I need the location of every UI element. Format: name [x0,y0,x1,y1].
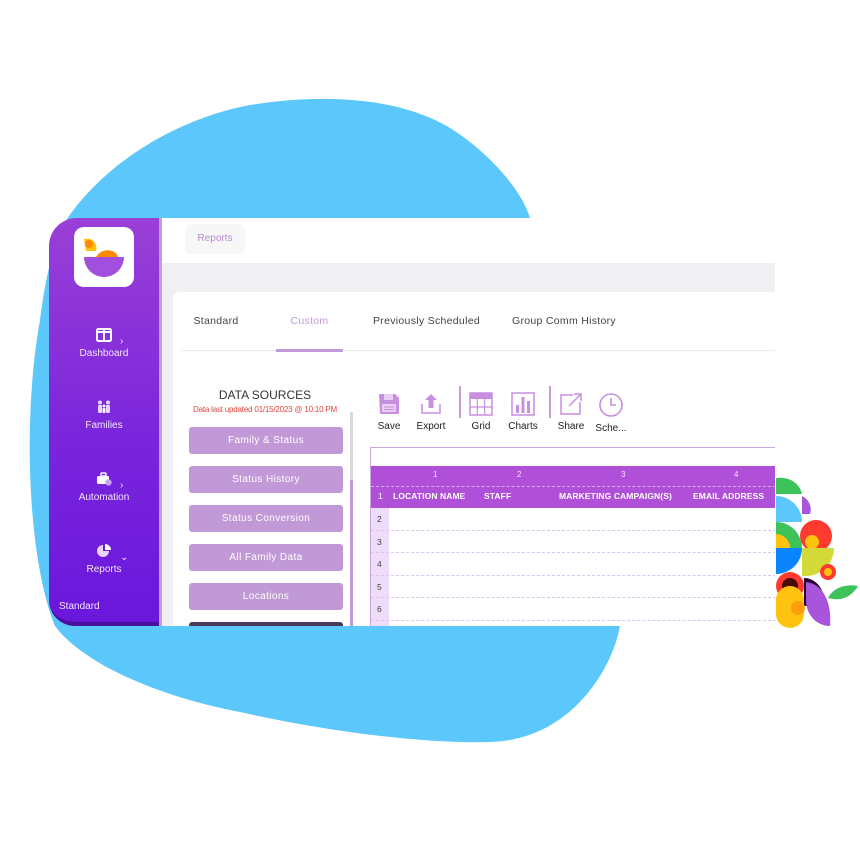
family-icon [98,400,110,413]
briefcase-clock-icon [97,472,112,486]
top-bar: Reports [162,218,775,263]
tab-previously-scheduled[interactable]: Previously Scheduled [369,292,484,351]
data-source-status-history[interactable]: Status History [189,466,343,493]
schedule-button[interactable]: Sche... [591,392,631,434]
column-number[interactable]: 1 [433,470,437,479]
table-row[interactable]: 6 [371,598,775,621]
table-row[interactable]: 2 [371,508,775,531]
export-label: Export [416,421,446,432]
grid-button[interactable]: Grid [461,392,501,432]
row-number: 3 [377,536,382,547]
data-source-selected[interactable] [189,622,343,626]
tab-group-comm-history[interactable]: Group Comm History [509,292,619,351]
sidebar-item-dashboard[interactable]: › Dashboard [49,328,159,359]
data-source-scrollbar-thumb[interactable] [350,412,353,480]
breadcrumb-reports[interactable]: Reports [185,224,245,254]
save-label: Save [377,421,401,432]
save-button[interactable]: Save [369,392,409,432]
share-external-icon [560,393,582,415]
charts-button[interactable]: Charts [503,392,543,432]
export-button[interactable]: Export [411,392,451,432]
bar-chart-icon [511,392,535,416]
data-source-locations[interactable]: Locations [189,583,343,610]
row-number: 6 [377,604,382,614]
sidebar-item-label: Dashboard [79,348,129,359]
app-window: › Dashboard Families › Automation ⌄ Repo… [49,218,775,626]
data-updated-notice: Data last updated 01/15/2023 @ 10:10 PM [193,405,337,414]
save-icon [379,394,399,414]
report-grid[interactable]: 1 2 3 4 1 LOCATION NAME STAFF MARKETING … [370,447,775,626]
column-number[interactable]: 4 [734,470,738,479]
sidebar-item-reports[interactable]: ⌄ Reports [49,544,159,575]
data-source-family-status[interactable]: Family & Status [189,427,343,454]
sidebar: › Dashboard Families › Automation ⌄ Repo… [49,218,159,626]
sidebar-item-label: Families [85,420,123,431]
table-row[interactable]: 5 [371,576,775,598]
chevron-down-icon: ⌄ [120,552,129,563]
tab-custom[interactable]: Custom [276,292,343,352]
data-sources-title: DATA SOURCES [218,388,312,402]
share-label: Share [557,421,585,432]
chevron-right-icon: › [120,480,124,491]
clock-icon [599,393,623,417]
grid-label: Grid [471,421,491,432]
chevron-right-icon: › [120,336,124,347]
header-divider [371,486,775,487]
column-number[interactable]: 2 [517,470,521,479]
sidebar-subitem-standard[interactable]: Standard [59,601,100,612]
table-row[interactable]: 3 [371,531,775,553]
column-number[interactable]: 3 [621,470,625,479]
grid-header: 1 2 3 4 1 LOCATION NAME STAFF MARKETING … [371,466,775,508]
decorative-floral-graphic [776,477,858,628]
schedule-label: Sche... [595,423,627,434]
column-header-location-name[interactable]: LOCATION NAME [393,491,465,501]
report-tabs: Standard Custom Previously Scheduled Gro… [181,292,775,352]
data-source-status-conversion[interactable]: Status Conversion [189,505,343,532]
grid-icon [469,392,493,416]
reports-card: Standard Custom Previously Scheduled Gro… [173,292,775,626]
sidebar-item-families[interactable]: Families [49,400,159,431]
dashboard-icon [96,328,112,342]
tab-standard[interactable]: Standard [191,292,241,351]
formula-bar[interactable] [371,448,775,466]
data-source-all-family-data[interactable]: All Family Data [189,544,343,571]
table-row[interactable]: 4 [371,553,775,576]
row-number: 5 [377,581,382,592]
logo-icon [84,238,124,277]
export-icon [421,394,441,414]
report-toolbar: Save Export Grid Charts Share Sche... [369,386,669,447]
header-row-number: 1 [378,491,383,501]
sidebar-item-label: Automation [78,492,130,503]
pie-chart-icon [97,544,111,557]
charts-label: Charts [508,421,538,432]
sidebar-item-automation[interactable]: › Automation [49,472,159,503]
column-header-staff[interactable]: STAFF [484,491,511,501]
column-header-marketing-campaigns[interactable]: MARKETING CAMPAIGN(S) [559,491,672,501]
main-content: Reports Standard Custom Previously Sched… [162,218,775,626]
row-number: 2 [377,514,382,524]
share-button[interactable]: Share [551,392,591,432]
row-number: 4 [377,559,382,569]
app-logo[interactable] [74,227,134,287]
column-header-email-address[interactable]: EMAIL ADDRESS [693,491,764,501]
sidebar-item-label: Reports [86,564,122,575]
